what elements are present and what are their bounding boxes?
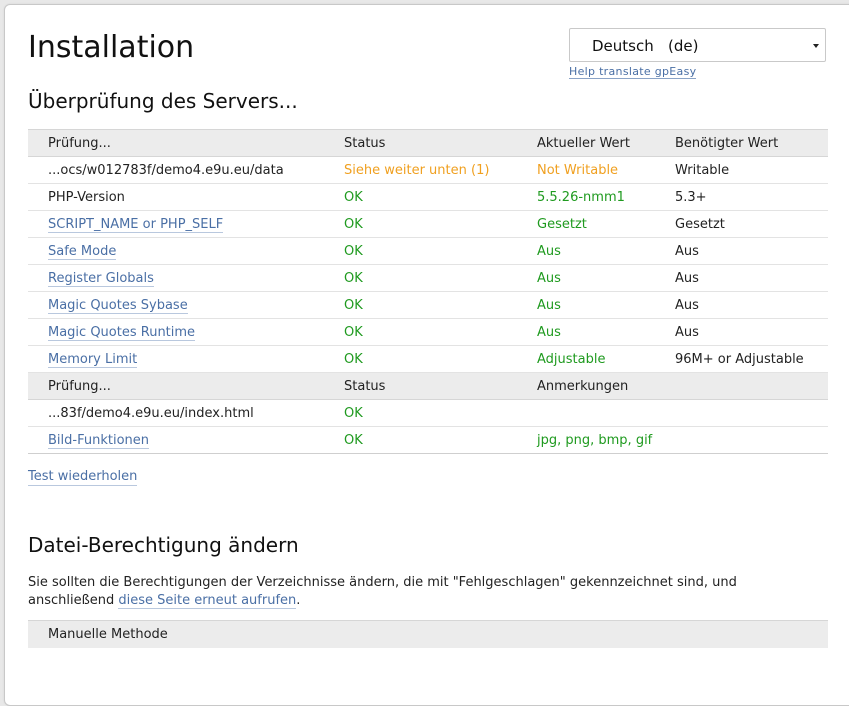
table-row: ...83f/demo4.e9u.eu/index.html OK <box>28 399 828 427</box>
check-status: OK <box>324 399 517 427</box>
check-required: Aus <box>655 237 828 265</box>
check-current: Gesetzt <box>517 210 655 238</box>
check-status: OK <box>324 237 517 265</box>
table-row: SCRIPT_NAME or PHP_SELF OK Gesetzt Geset… <box>28 210 828 238</box>
check-name: ...ocs/w012783f/demo4.e9u.eu/data <box>28 156 324 184</box>
check-status: OK <box>324 426 517 454</box>
check-current: Aus <box>517 237 655 265</box>
check-current: Aus <box>517 318 655 346</box>
check-notes: jpg, png, bmp, gif <box>517 426 655 454</box>
check-required: 96M+ or Adjustable <box>655 345 828 373</box>
check-link-image-functions[interactable]: Bild-Funktionen <box>48 432 149 449</box>
check-notes <box>517 399 655 427</box>
check-status: OK <box>324 183 517 211</box>
permissions-text-end: . <box>296 593 301 608</box>
check-status: OK <box>324 318 517 346</box>
language-select[interactable]: Deutsch (de) <box>569 28 826 62</box>
check-name: ...83f/demo4.e9u.eu/index.html <box>28 399 324 427</box>
language-select-value: Deutsch (de) <box>592 37 699 55</box>
check-required: Aus <box>655 318 828 346</box>
check-status: OK <box>324 264 517 292</box>
check-status: OK <box>324 345 517 373</box>
chevron-down-icon <box>813 44 819 48</box>
check-link-safe-mode[interactable]: Safe Mode <box>48 243 117 260</box>
check-required: Aus <box>655 264 828 292</box>
table-row: Memory Limit OK Adjustable 96M+ or Adjus… <box>28 345 828 373</box>
table-row: ...ocs/w012783f/demo4.e9u.eu/data Siehe … <box>28 156 828 184</box>
header-notes: Anmerkungen <box>517 372 655 400</box>
check-link-memory-limit[interactable]: Memory Limit <box>48 351 138 368</box>
check-required: Writable <box>655 156 828 184</box>
reload-page-link[interactable]: diese Seite erneut aufrufen <box>118 593 297 609</box>
check-status: OK <box>324 210 517 238</box>
page-title: Installation <box>28 30 195 65</box>
header-required-value: Benötigter Wert <box>655 129 828 157</box>
header-current-value: Aktueller Wert <box>517 129 655 157</box>
permissions-title: Datei-Berechtigung ändern <box>28 533 299 557</box>
check-required: Aus <box>655 291 828 319</box>
check-status: OK <box>324 291 517 319</box>
check-name: PHP-Version <box>28 183 324 211</box>
check-required: 5.3+ <box>655 183 828 211</box>
manual-method-header[interactable]: Manuelle Methode <box>28 620 828 648</box>
check-current: 5.5.26-nmm1 <box>517 183 655 211</box>
check-current: Aus <box>517 264 655 292</box>
check-required: Gesetzt <box>655 210 828 238</box>
check-link-register-globals[interactable]: Register Globals <box>48 270 154 287</box>
table-row: Magic Quotes Runtime OK Aus Aus <box>28 318 828 346</box>
table-row: PHP-Version OK 5.5.26-nmm1 5.3+ <box>28 183 828 211</box>
manual-method-label: Manuelle Methode <box>48 627 168 642</box>
check-current: Adjustable <box>517 345 655 373</box>
check-link-magic-quotes-runtime[interactable]: Magic Quotes Runtime <box>48 324 196 341</box>
table-header-row: Prüfung... Status Aktueller Wert Benötig… <box>28 129 828 157</box>
check-link-magic-quotes-sybase[interactable]: Magic Quotes Sybase <box>48 297 188 314</box>
header-check: Prüfung... <box>28 372 324 400</box>
permissions-description: Sie sollten die Berechtigungen der Verze… <box>28 574 818 610</box>
check-current: Aus <box>517 291 655 319</box>
help-translate-link[interactable]: Help translate gpEasy <box>569 65 697 79</box>
server-check-title: Überprüfung des Servers... <box>28 89 298 113</box>
check-link-script-name[interactable]: SCRIPT_NAME or PHP_SELF <box>48 216 224 233</box>
check-current: Not Writable <box>517 156 655 184</box>
table-header-row: Prüfung... Status Anmerkungen <box>28 372 828 400</box>
table-row: Safe Mode OK Aus Aus <box>28 237 828 265</box>
header-check: Prüfung... <box>28 129 324 157</box>
header-status: Status <box>324 129 517 157</box>
table-row: Register Globals OK Aus Aus <box>28 264 828 292</box>
table-row: Magic Quotes Sybase OK Aus Aus <box>28 291 828 319</box>
retry-test-link[interactable]: Test wiederholen <box>28 469 138 486</box>
server-check-table: Prüfung... Status Aktueller Wert Benötig… <box>28 129 828 454</box>
table-row: Bild-Funktionen OK jpg, png, bmp, gif <box>28 426 828 454</box>
check-status: Siehe weiter unten (1) <box>324 156 517 184</box>
header-status: Status <box>324 372 517 400</box>
